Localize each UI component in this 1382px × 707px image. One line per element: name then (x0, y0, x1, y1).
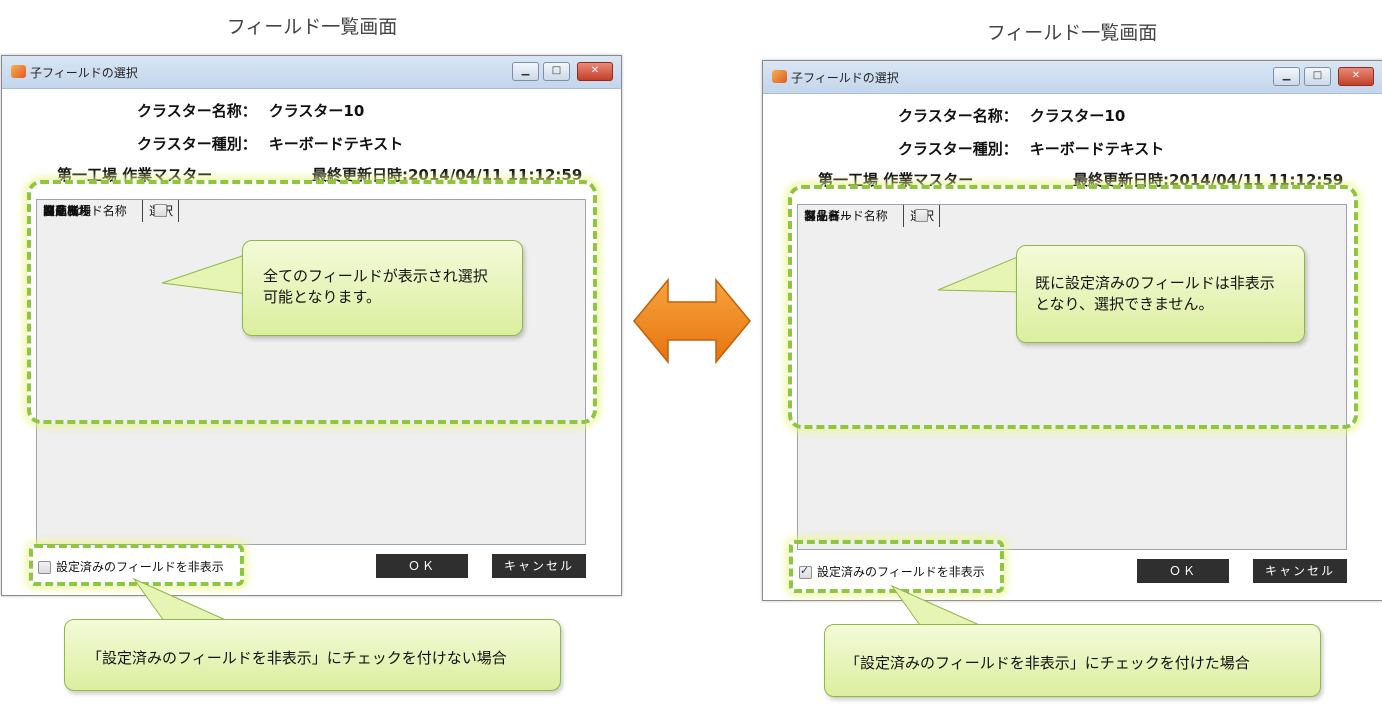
left-table-callout: 全てのフィールドが表示され選択可能となります。 (242, 240, 523, 336)
right-callout-pointer (937, 255, 1021, 293)
right-window-title: 子フィールドの選択 (791, 71, 899, 85)
cluster-name-label: クラスター名称： (898, 107, 1018, 125)
left-titlebar[interactable]: 子フィールドの選択 ▁ □ ✕ (2, 56, 621, 89)
right-caption: フィールド一覧画面 (986, 22, 1158, 44)
cluster-type-label: クラスター種別： (137, 135, 257, 153)
left-window-title: 子フィールドの選択 (30, 66, 138, 80)
app-icon (11, 65, 26, 78)
left-cluster-name: クラスター名称： クラスター10 (137, 100, 364, 121)
ok-button[interactable]: ＯＫ (1137, 559, 1229, 583)
cluster-type-value: キーボードテキスト (1029, 140, 1165, 158)
app-icon (772, 70, 787, 83)
left-cluster-type: クラスター種別： キーボードテキスト (137, 133, 403, 154)
maximize-icon[interactable]: □ (543, 62, 570, 81)
minimize-icon[interactable]: ▁ (512, 62, 539, 81)
cancel-button[interactable]: キャンセル (492, 554, 586, 578)
right-cluster-type: クラスター種別： キーボードテキスト (898, 138, 1164, 159)
cluster-name-value: クラスター10 (268, 102, 365, 120)
cluster-name-value: クラスター10 (1029, 107, 1126, 125)
cluster-type-value: キーボードテキスト (268, 135, 404, 153)
maximize-icon[interactable]: □ (1304, 67, 1331, 86)
cluster-type-label: クラスター種別： (898, 140, 1018, 158)
left-bottom-callout: 「設定済みのフィールドを非表示」にチェックを付けない場合 (64, 619, 561, 691)
right-cluster-name: クラスター名称： クラスター10 (898, 105, 1125, 126)
right-bottom-callout: 「設定済みのフィールドを非表示」にチェックを付けた場合 (824, 624, 1321, 697)
minimize-icon[interactable]: ▁ (1273, 67, 1300, 86)
right-table-callout: 既に設定済みのフィールドは非表示となり、選択できません。 (1016, 245, 1305, 343)
right-titlebar[interactable]: 子フィールドの選択 ▁ □ ✕ (763, 61, 1382, 94)
left-caption: フィールド一覧画面 (226, 16, 398, 38)
close-icon[interactable]: ✕ (577, 62, 613, 81)
double-arrow-icon (633, 277, 751, 365)
close-icon[interactable]: ✕ (1338, 67, 1374, 86)
cancel-button[interactable]: キャンセル (1253, 559, 1347, 583)
cluster-name-label: クラスター名称： (137, 102, 257, 120)
ok-button[interactable]: ＯＫ (376, 554, 468, 578)
